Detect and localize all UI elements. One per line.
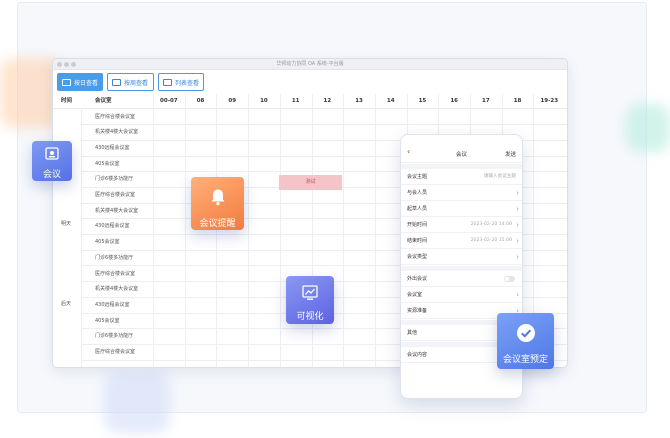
decor-blob-green xyxy=(626,104,670,152)
hour-header: 14 xyxy=(386,98,395,104)
room-name: 405会议室 xyxy=(95,317,120,324)
feature-meeting-card[interactable]: 会议 xyxy=(32,141,72,181)
chevron-right-icon: › xyxy=(516,237,519,245)
form-row-label: 会议类型 xyxy=(407,254,428,260)
chevron-right-icon: › xyxy=(516,205,519,213)
form-row-label: 结束时间 xyxy=(407,238,428,244)
hour-header: 16 xyxy=(450,98,458,104)
room-name: 医疗综合楼会议室 xyxy=(95,113,136,120)
header-room: 会议室 xyxy=(95,98,112,104)
form-row-label: 起草人员 xyxy=(407,206,428,212)
hour-header: 12 xyxy=(323,98,332,104)
hour-header: 15 xyxy=(418,98,427,104)
header-time: 时间 xyxy=(61,98,73,104)
list-icon xyxy=(163,78,172,86)
hour-header: 00-07 xyxy=(160,98,178,104)
room-name: 门诊6楼多功能厅 xyxy=(95,254,134,261)
hour-header: 13 xyxy=(355,98,363,104)
week-view-label: 按周查看 xyxy=(124,79,149,87)
table-row[interactable]: 医疗综合楼会议室 xyxy=(81,110,567,126)
form-row-label: 与会人员 xyxy=(407,190,428,196)
hour-header: 09 xyxy=(228,98,237,104)
form-row[interactable]: 会议类型 › xyxy=(401,249,522,265)
send-button[interactable]: 发送 xyxy=(505,150,516,158)
calendar-icon xyxy=(62,78,71,86)
chevron-right-icon: › xyxy=(516,253,519,261)
feature-booking-label: 会议室预定 xyxy=(502,355,548,365)
room-name: 医疗综合楼会议室 xyxy=(95,349,136,355)
room-name: 405会议室 xyxy=(95,160,120,167)
room-name: 机关楼4楼大会议室 xyxy=(95,207,139,214)
grid-header: 时间 会议室 00-07 08 09 10 11 12 13 14 15 16 17 18 19-23 xyxy=(53,94,567,109)
feature-meeting-label: 会议 xyxy=(42,170,61,180)
mobile-header: ‹ 会议 发送 xyxy=(401,145,522,163)
room-name: 门诊6楼多功能厅 xyxy=(95,176,134,183)
room-name: 430远程会议室 xyxy=(95,144,130,151)
form-row[interactable]: 与会人员 › xyxy=(401,185,522,201)
room-name: 医疗综合楼会议室 xyxy=(95,270,136,277)
group-label-after-tomorrow: 后天 xyxy=(61,301,72,307)
form-row-label: 开始时间 xyxy=(407,222,428,228)
room-name: 405会议室 xyxy=(95,239,120,246)
feature-visual-label: 可视化 xyxy=(296,312,324,322)
form-row[interactable]: 会议主题 请输入会议主题 xyxy=(401,169,522,185)
form-row-label: 资源准备 xyxy=(407,308,428,314)
calendar-week-icon xyxy=(112,78,121,86)
outing-toggle[interactable] xyxy=(504,276,515,282)
list-view-button[interactable]: 列表查看 xyxy=(158,73,204,91)
week-view-button[interactable]: 按周查看 xyxy=(107,73,154,91)
form-row-value: 2023-02-20 15:00 xyxy=(470,238,512,243)
hour-header: 08 xyxy=(196,98,205,104)
room-name: 机关楼4楼大会议室 xyxy=(95,286,139,293)
form-row-value: 请输入会议主题 xyxy=(483,174,516,179)
feature-booking-card[interactable]: 会议室预定 xyxy=(497,313,554,369)
booking-block[interactable]: 测试 xyxy=(279,175,342,190)
form-row-label: 外出会议 xyxy=(407,276,428,282)
hour-header: 19-23 xyxy=(540,98,559,104)
form-row[interactable]: 会议室 › xyxy=(401,287,522,303)
title-bar: 华邦动力协同 OA 系统-平台版 xyxy=(53,59,567,70)
form-row-label: 会议主题 xyxy=(407,174,428,180)
feature-remind-card[interactable]: 会议提醒 xyxy=(191,177,244,230)
form-row-value: 2023-02-20 14:00 xyxy=(470,222,512,227)
chart-icon xyxy=(302,285,318,300)
hour-header: 11 xyxy=(291,98,300,104)
chevron-right-icon: › xyxy=(516,221,519,229)
room-name: 医疗综合楼会议室 xyxy=(95,192,136,198)
form-row[interactable]: 起草人员 › xyxy=(401,201,522,217)
window-title: 华邦动力协同 OA 系统-平台版 xyxy=(276,61,344,67)
form-row[interactable]: 外出会议 xyxy=(401,271,522,287)
feature-visual-card[interactable]: 可视化 xyxy=(286,276,334,324)
hour-header: 17 xyxy=(482,98,490,104)
bell-icon xyxy=(211,189,224,206)
room-name: 430远程会议室 xyxy=(95,223,130,230)
day-view-button[interactable]: 按日查看 xyxy=(57,73,103,91)
decor-blob-blue xyxy=(104,372,170,434)
chevron-right-icon: › xyxy=(516,291,519,299)
form-row-label: 会议内容 xyxy=(407,352,428,358)
list-view-label: 列表查看 xyxy=(175,79,200,87)
mobile-title: 会议 xyxy=(455,152,467,158)
check-icon xyxy=(516,324,535,342)
form-row-label: 会议室 xyxy=(407,292,423,298)
room-name: 门诊6楼多功能厅 xyxy=(95,333,134,340)
view-toolbar: 按日查看 按周查看 列表查看 xyxy=(53,70,567,94)
hour-header: 10 xyxy=(260,98,268,104)
hour-header: 18 xyxy=(513,98,522,104)
room-name: 机关楼4楼大会议室 xyxy=(95,129,139,136)
meeting-icon xyxy=(45,147,59,160)
form-row[interactable]: 结束时间 2023-02-20 15:00 › xyxy=(401,233,522,249)
group-label-tomorrow: 明天 xyxy=(61,221,72,227)
day-view-label: 按日查看 xyxy=(74,79,99,87)
chevron-right-icon: › xyxy=(516,189,519,197)
form-row-label: 其他 xyxy=(407,330,418,336)
feature-remind-label: 会议提醒 xyxy=(199,219,236,229)
form-row[interactable]: 开始时间 2023-02-20 14:00 › xyxy=(401,217,522,233)
room-name: 430远程会议室 xyxy=(95,301,130,308)
